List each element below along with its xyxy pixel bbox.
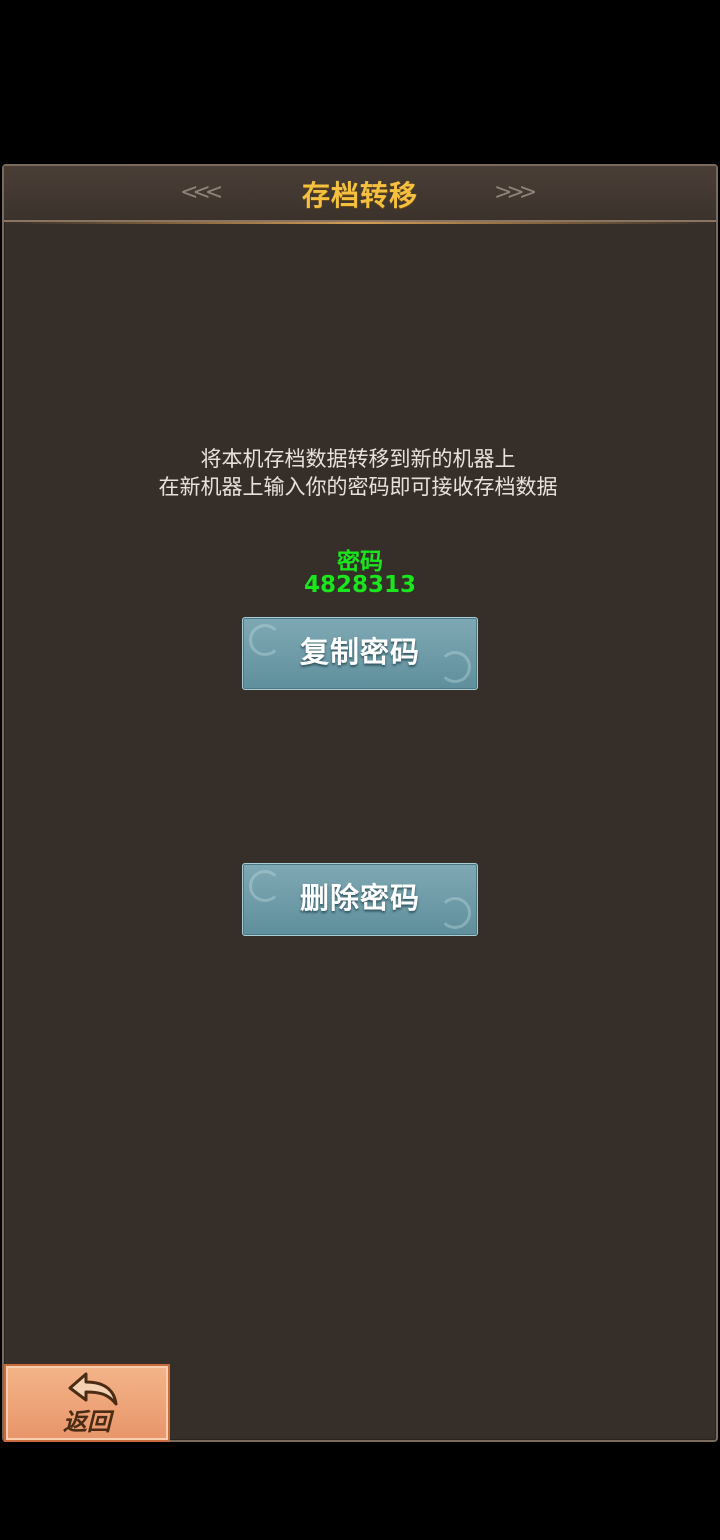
delete-password-label: 删除密码 — [299, 881, 420, 915]
double-chevron-right-icon: >>> — [494, 180, 537, 205]
back-button[interactable]: 返回 — [4, 1364, 170, 1442]
delete-password-button[interactable]: 删除密码 — [242, 863, 478, 936]
title-bar: <<< 存档转移 >>> — [4, 166, 716, 224]
screen: <<< 存档转移 >>> 将本机存档数据转移到新的机器上 在新机器上输入你的密码… — [0, 0, 720, 1540]
cloud-swirl-icon — [439, 897, 471, 929]
cloud-swirl-icon — [439, 651, 471, 683]
copy-password-label: 复制密码 — [299, 635, 420, 669]
page-title: 存档转移 — [301, 179, 418, 212]
description-line-2: 在新机器上输入你的密码即可接收存档数据 — [158, 475, 558, 499]
password-value: 4828313 — [303, 572, 417, 598]
password-label: 密码 — [337, 549, 383, 575]
back-label: 返回 — [63, 1407, 111, 1436]
copy-password-button[interactable]: 复制密码 — [242, 617, 478, 690]
cloud-swirl-icon — [249, 624, 281, 656]
save-transfer-panel: <<< 存档转移 >>> — [2, 164, 718, 1442]
cloud-swirl-icon — [249, 870, 281, 902]
